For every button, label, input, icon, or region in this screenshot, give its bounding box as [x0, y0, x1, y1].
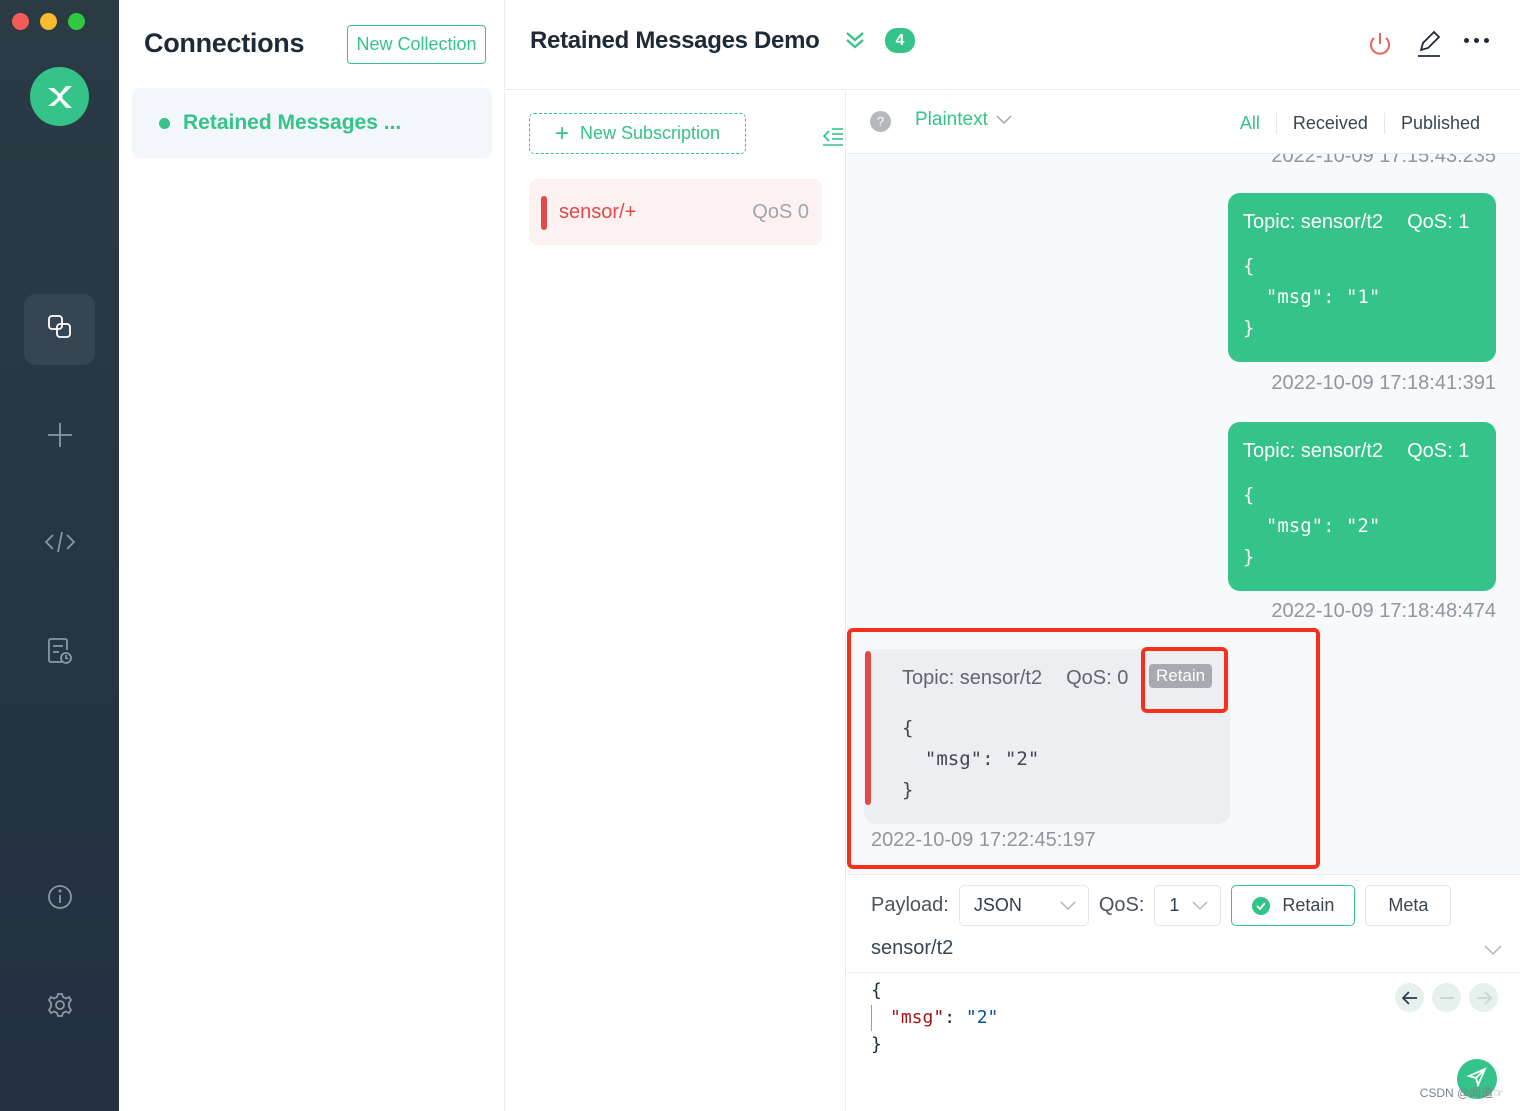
history-back-button[interactable]: [1395, 983, 1424, 1012]
message-payload: { "msg": "2" }: [902, 717, 1040, 801]
message-topic: Topic: sensor/t2: [902, 667, 1043, 689]
gear-icon: [46, 991, 74, 1024]
chevron-down-icon: [1192, 895, 1208, 916]
window-minimize-button[interactable]: [40, 13, 57, 30]
disconnect-power-icon[interactable]: [1366, 30, 1394, 63]
more-options-icon[interactable]: [1464, 38, 1489, 43]
message-qos: QoS: 1: [1407, 440, 1470, 462]
new-collection-button[interactable]: New Collection: [347, 25, 486, 64]
subscription-item[interactable]: sensor/+ QoS 0: [529, 179, 822, 245]
payload-format-select[interactable]: Plaintext: [915, 109, 1012, 131]
nav-about-button[interactable]: [24, 864, 95, 935]
json-value: "2": [965, 1007, 999, 1028]
tab-published[interactable]: Published: [1383, 113, 1496, 134]
connection-header: Retained Messages Demo 4: [506, 0, 1520, 90]
message-timestamp: 2022-10-09 17:22:45:197: [871, 829, 1096, 851]
editor-line: }: [871, 1034, 882, 1055]
message-filter-bar: ? Plaintext All Received Published: [847, 91, 1520, 154]
window-maximize-button[interactable]: [68, 13, 85, 30]
message-qos: QoS: 1: [1407, 211, 1470, 233]
qos-label: QoS:: [1098, 894, 1145, 916]
publish-topic-input[interactable]: [871, 937, 1501, 960]
new-subscription-label: New Subscription: [579, 123, 721, 143]
collapse-subscriptions-icon[interactable]: [822, 125, 844, 152]
connection-title: Retained Messages Demo: [530, 27, 820, 54]
plus-icon: [45, 420, 75, 455]
subscription-color-bar: [865, 651, 871, 805]
history-forward-button[interactable]: [1469, 983, 1498, 1012]
publish-panel: Payload: JSON QoS: 1 Retain Meta { "msg"…: [847, 874, 1520, 1111]
retain-label: Retain: [1282, 895, 1335, 915]
retain-checkbox[interactable]: Retain: [1231, 885, 1356, 926]
payload-format-select[interactable]: JSON: [958, 885, 1089, 926]
payload-editor[interactable]: { "msg": "2" }: [871, 977, 998, 1058]
message-topic: Topic: sensor/t2: [1243, 440, 1384, 462]
new-subscription-button[interactable]: + New Subscription: [529, 113, 746, 154]
window-close-button[interactable]: [12, 13, 29, 30]
json-key: "msg": [890, 1007, 945, 1028]
edit-pencil-icon[interactable]: [1414, 28, 1444, 63]
payload-format-value: Plaintext: [915, 109, 988, 130]
qos-select[interactable]: 1: [1154, 885, 1222, 926]
json-colon: :: [944, 1007, 966, 1028]
message-list: 2022-10-09 17:15:43:235 ? Plaintext All …: [847, 91, 1520, 874]
subscription-topic: sensor/+: [559, 201, 637, 223]
subscriptions-panel: + New Subscription sensor/+ QoS 0: [506, 91, 846, 1111]
chevron-down-icon: [1060, 895, 1076, 916]
window-controls: [12, 13, 85, 30]
message-tabs: All Received Published: [1224, 113, 1496, 134]
published-message: Topic: sensor/t2 QoS: 1 { "msg": "1" }: [1228, 193, 1496, 362]
collapse-chevrons-icon[interactable]: [843, 28, 867, 57]
copy-icon: [46, 313, 74, 346]
nav-sidebar: [0, 0, 119, 1111]
connections-title: Connections: [144, 28, 305, 58]
editor-line: {: [871, 980, 882, 1001]
payload-label: Payload:: [871, 894, 949, 916]
chevron-down-icon[interactable]: [1484, 943, 1502, 961]
message-payload: { "msg": "2" }: [1243, 484, 1381, 568]
message-timestamp: 2022-10-09 17:18:41:391: [1271, 372, 1496, 394]
message-timestamp: 2022-10-09 17:18:48:474: [1271, 600, 1496, 622]
connection-name: Retained Messages ...: [183, 111, 402, 134]
history-reset-button[interactable]: [1432, 983, 1461, 1012]
nav-connections-button[interactable]: [24, 294, 95, 365]
log-icon: [45, 636, 75, 671]
check-icon: [1252, 896, 1271, 915]
tab-received[interactable]: Received: [1275, 113, 1384, 134]
plus-icon: +: [554, 119, 569, 147]
message-topic: Topic: sensor/t2: [1243, 211, 1384, 233]
subscription-color-bar: [541, 196, 547, 230]
subscription-qos: QoS 0: [752, 201, 809, 223]
nav-script-button[interactable]: [24, 509, 95, 580]
tab-all[interactable]: All: [1224, 113, 1276, 134]
published-message: Topic: sensor/t2 QoS: 1 { "msg": "2" }: [1228, 422, 1496, 591]
annotation-highlight-box: [1141, 647, 1228, 713]
connection-item[interactable]: Retained Messages ...: [132, 88, 492, 158]
mqttx-logo-icon: [30, 67, 89, 126]
message-qos: QoS: 0: [1066, 667, 1129, 689]
qos-value: 1: [1169, 895, 1180, 915]
nav-new-connection-button[interactable]: [24, 402, 95, 473]
nav-settings-button[interactable]: [24, 972, 95, 1043]
message-payload: { "msg": "1" }: [1243, 255, 1381, 339]
connections-panel: Connections New Collection Retained Mess…: [119, 0, 505, 1111]
code-icon: [43, 528, 77, 561]
message-count-badge: 4: [885, 28, 915, 53]
info-icon: [46, 883, 74, 916]
nav-log-button[interactable]: [24, 618, 95, 689]
help-icon[interactable]: ?: [870, 111, 891, 132]
payload-format-value: JSON: [973, 895, 1022, 915]
divider: [847, 972, 1520, 973]
chevron-down-icon: [996, 109, 1012, 131]
history-controls: [1395, 983, 1498, 1012]
watermark: CSDN @闻道☞: [1419, 1086, 1504, 1100]
connection-status-dot: [159, 117, 170, 129]
indent-guide: [871, 1005, 872, 1031]
meta-button[interactable]: Meta: [1365, 885, 1452, 926]
